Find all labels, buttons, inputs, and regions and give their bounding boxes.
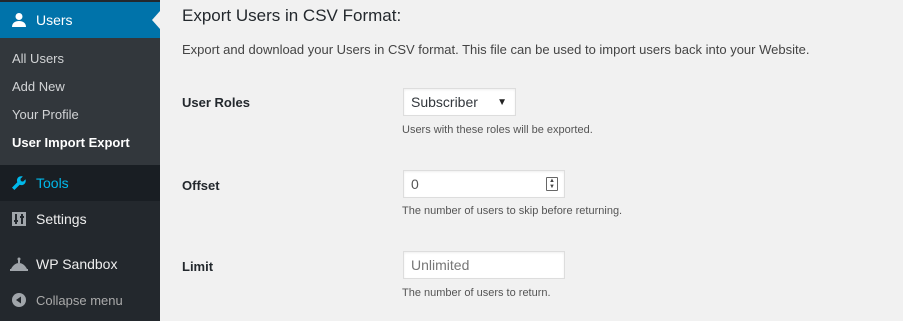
menu-tools[interactable]: Tools <box>0 165 160 201</box>
offset-help: The number of users to skip before retur… <box>402 205 623 217</box>
main-content: Export Users in CSV Format: Export and d… <box>160 0 903 321</box>
offset-input[interactable]: 0 ▲ ▼ <box>403 170 565 198</box>
page-title: Export Users in CSV Format: <box>182 6 402 25</box>
user-roles-label: User Roles <box>182 95 250 110</box>
submenu-user-import-export[interactable]: User Import Export <box>0 129 160 157</box>
collapse-arrow-icon <box>10 291 28 309</box>
users-submenu: All Users Add New Your Profile User Impo… <box>0 38 160 165</box>
user-roles-help: Users with these roles will be exported. <box>402 124 593 136</box>
menu-wp-sandbox-label: WP Sandbox <box>36 256 118 272</box>
limit-placeholder: Unlimited <box>411 257 470 273</box>
submenu-all-users[interactable]: All Users <box>0 45 160 73</box>
page-description: Export and download your Users in CSV fo… <box>182 42 810 57</box>
user-roles-select[interactable]: Subscriber ▼ <box>403 88 516 116</box>
limit-help: The number of users to return. <box>402 287 551 299</box>
collapse-menu-label: Collapse menu <box>36 292 123 308</box>
menu-users[interactable]: Users <box>0 2 160 38</box>
collapse-menu-button[interactable]: Collapse menu <box>0 282 160 318</box>
number-spinner-icon[interactable]: ▲ ▼ <box>546 177 558 191</box>
user-icon <box>10 11 28 29</box>
menu-wp-sandbox[interactable]: WP Sandbox <box>0 246 160 282</box>
menu-settings-label: Settings <box>36 211 87 227</box>
menu-users-label: Users <box>36 12 73 28</box>
submenu-add-new[interactable]: Add New <box>0 73 160 101</box>
limit-input[interactable]: Unlimited <box>403 251 565 279</box>
user-roles-selected-value: Subscriber <box>411 94 478 110</box>
offset-value: 0 <box>411 176 419 192</box>
menu-settings[interactable]: Settings <box>0 201 160 237</box>
dropdown-arrow-icon: ▼ <box>497 96 507 108</box>
settings-sliders-icon <box>10 210 28 228</box>
offset-label: Offset <box>182 178 220 193</box>
menu-tools-label: Tools <box>36 175 69 191</box>
limit-label: Limit <box>182 259 214 274</box>
submenu-your-profile[interactable]: Your Profile <box>0 101 160 129</box>
sandbox-icon <box>10 255 28 273</box>
wrench-icon <box>10 174 28 192</box>
admin-sidebar: Users All Users Add New Your Profile Use… <box>0 0 160 321</box>
